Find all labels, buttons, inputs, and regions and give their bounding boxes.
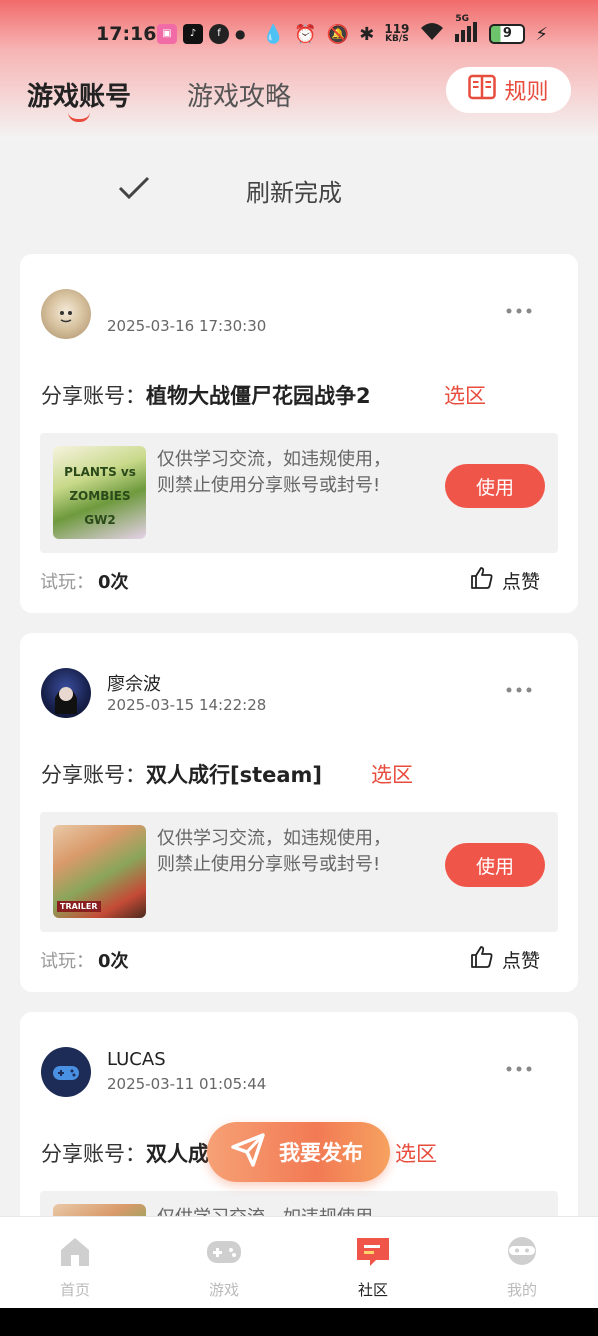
notice-line-2: 则禁止使用分享账号或封号! — [157, 475, 381, 496]
nav-label-games: 游戏 — [208, 1281, 239, 1299]
alarm-icon: ⏰ — [294, 23, 317, 45]
game-thumbnail: PLANTS vs ZOMBIES GW2 — [53, 446, 146, 539]
bluetooth-icon: ✱ — [359, 23, 375, 45]
system-gesture-bar — [0, 1308, 598, 1336]
share-account-line: 分享账号： 植物大战僵尸花园战争2 — [41, 380, 371, 410]
tab-game-accounts[interactable]: 游戏账号 — [27, 76, 131, 113]
trial-label: 试玩： — [40, 951, 94, 972]
more-options-icon[interactable] — [504, 301, 534, 321]
publish-button-label: 我要发布 — [279, 1141, 363, 1165]
network-speed-value: 119 — [384, 22, 410, 36]
game-name: 植物大战僵尸花园战争2 — [146, 384, 371, 408]
rules-button-label: 规则 — [504, 80, 549, 105]
network-speed: 119 KB/S — [384, 22, 410, 44]
like-label: 点赞 — [502, 950, 541, 972]
thumbs-up-icon — [470, 566, 494, 595]
usage-notice: 仅供学习交流，如违规使用， 则禁止使用分享账号或封号! — [157, 826, 417, 878]
trial-value: 0次 — [98, 951, 129, 972]
more-options-icon[interactable] — [504, 1059, 534, 1079]
post-card: 廖佘波 2025-03-15 14:22:28 分享账号： 双人成行[steam… — [20, 633, 578, 992]
like-button[interactable]: 点赞 — [470, 566, 540, 595]
rules-button[interactable]: 规则 — [446, 67, 571, 113]
username[interactable]: 廖佘波 — [107, 670, 161, 696]
system-icons: 💧 ⏰ 🔕 ✱ 119 KB/S 5G 9 ⚡ — [262, 14, 549, 47]
refresh-text: 刷新完成 — [246, 179, 342, 207]
post-datetime: 2025-03-16 17:30:30 — [107, 317, 267, 335]
signal-type: 5G — [455, 13, 470, 24]
post-card: 2025-03-16 17:30:30 分享账号： 植物大战僵尸花园战争2 选区… — [20, 254, 578, 613]
thumbnail-text: TRAILER — [57, 901, 101, 912]
charging-icon: ⚡ — [535, 23, 549, 45]
trial-label: 试玩： — [40, 572, 94, 593]
send-icon — [229, 1131, 267, 1174]
nav-item-home[interactable]: 首页 — [35, 1235, 115, 1300]
refresh-status: 刷新完成 — [0, 160, 598, 220]
avatar[interactable] — [41, 289, 91, 339]
nav-label-profile: 我的 — [506, 1281, 537, 1299]
community-icon — [354, 1238, 392, 1273]
nav-item-community[interactable]: 社区 — [333, 1235, 413, 1300]
trial-value: 0次 — [98, 572, 129, 593]
use-button[interactable]: 使用 — [445, 843, 545, 887]
like-button[interactable]: 点赞 — [470, 945, 540, 974]
region-select-button[interactable]: 选区 — [395, 1138, 437, 1168]
book-icon — [468, 74, 497, 106]
wifi-icon — [419, 22, 445, 47]
top-tabs: 游戏账号 游戏攻略 规则 — [0, 62, 598, 122]
facebook-app-icon: f — [209, 24, 229, 44]
home-icon — [58, 1238, 92, 1273]
data-saver-icon: 💧 — [262, 23, 285, 45]
share-label: 分享账号： — [41, 384, 146, 408]
status-time: 17:16 — [96, 23, 157, 45]
account-info-box: PLANTS vs ZOMBIES GW2 仅供学习交流，如违规使用， 则禁止使… — [40, 433, 558, 553]
gamepad-icon — [205, 1241, 243, 1273]
post-datetime: 2025-03-11 01:05:44 — [107, 1075, 267, 1093]
account-info-box: TRAILER 仅供学习交流，如违规使用， 则禁止使用分享账号或封号! 使用 — [40, 812, 558, 932]
thumbnail-text: PLANTS vs ZOMBIES GW2 — [64, 465, 136, 527]
battery-indicator: 9 — [489, 24, 526, 44]
signal-icon: 5G — [455, 14, 479, 47]
share-account-line: 分享账号： 双人成行[steam] — [41, 759, 322, 789]
like-label: 点赞 — [502, 571, 541, 593]
trial-count: 试玩： 0次 — [40, 947, 129, 973]
publish-button[interactable]: 我要发布 — [207, 1122, 390, 1182]
tiktok-app-icon: ♪ — [183, 24, 203, 44]
notice-line-1: 仅供学习交流，如违规使用， — [157, 828, 391, 849]
active-tab-indicator — [68, 112, 90, 122]
profile-icon — [503, 1237, 541, 1273]
check-icon — [116, 172, 152, 208]
usage-notice: 仅供学习交流，如违规使用， 则禁止使用分享账号或封号! — [157, 447, 417, 499]
network-speed-unit: KB/S — [385, 34, 409, 44]
region-select-button[interactable]: 选区 — [444, 380, 486, 410]
nav-item-profile[interactable]: 我的 — [482, 1235, 562, 1300]
avatar[interactable] — [41, 668, 91, 718]
game-thumbnail: TRAILER — [53, 825, 146, 918]
trial-count: 试玩： 0次 — [40, 568, 129, 594]
bottom-navigation: 首页 游戏 社区 我的 — [0, 1216, 598, 1308]
use-button[interactable]: 使用 — [445, 464, 545, 508]
nav-label-community: 社区 — [357, 1281, 388, 1299]
post-datetime: 2025-03-15 14:22:28 — [107, 696, 267, 714]
mute-icon: 🔕 — [326, 23, 350, 45]
game-name: 双人成行[steam] — [146, 763, 323, 787]
dot-icon: ● — [235, 27, 246, 41]
share-label: 分享账号： — [41, 763, 146, 787]
notice-line-2: 则禁止使用分享账号或封号! — [157, 854, 381, 875]
thumbs-up-icon — [470, 945, 494, 974]
nav-label-home: 首页 — [59, 1281, 90, 1299]
region-select-button[interactable]: 选区 — [371, 759, 413, 789]
bilibili-app-icon: ▣ — [157, 24, 177, 44]
notification-icons: ▣ ♪ f ● — [157, 24, 245, 44]
username[interactable]: LUCAS — [107, 1049, 166, 1070]
tab-game-guides[interactable]: 游戏攻略 — [187, 76, 291, 113]
battery-level: 9 — [502, 26, 512, 41]
nav-item-games[interactable]: 游戏 — [184, 1235, 264, 1300]
share-label: 分享账号： — [41, 1142, 146, 1166]
share-account-line: 分享账号： 双人成行 — [41, 1138, 230, 1168]
avatar[interactable] — [41, 1047, 91, 1097]
notice-line-1: 仅供学习交流，如违规使用， — [157, 449, 391, 470]
status-bar: 17:16 ▣ ♪ f ● 💧 ⏰ 🔕 ✱ 119 KB/S 5G 9 ⚡ — [0, 14, 598, 50]
more-options-icon[interactable] — [504, 680, 534, 700]
